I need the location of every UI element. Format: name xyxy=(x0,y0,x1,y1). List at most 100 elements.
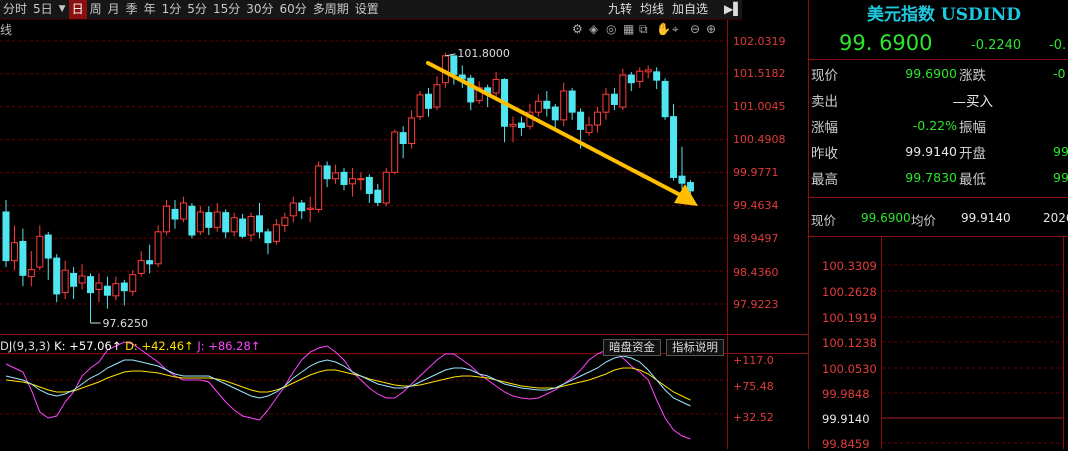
label-prev-close: 昨收 xyxy=(811,146,838,162)
candle-body xyxy=(129,274,137,292)
value-high: 99.7830 xyxy=(905,170,957,185)
indicator-axis-label: +75.48 xyxy=(733,380,774,393)
collapse-panel-icon[interactable]: ▶▌ xyxy=(724,0,742,19)
candle-body xyxy=(340,171,348,185)
kline-chart[interactable]: 101.8000 97.6250 xyxy=(0,20,808,449)
period-tab-1[interactable]: 5日 xyxy=(30,0,56,19)
candle-body xyxy=(247,215,255,236)
candle-body xyxy=(281,217,289,226)
candle-body xyxy=(467,77,475,103)
indicator-header: DJ(9,3,3) K: +57.06↑ D: +42.46↑ J: +86.2… xyxy=(0,339,260,353)
value-change-pct: -0.22% xyxy=(912,118,957,133)
menu-jiuzhuan[interactable]: 九转 xyxy=(608,0,632,19)
candle-body xyxy=(19,240,27,276)
period-tab-8[interactable]: 5分 xyxy=(184,0,210,19)
candle-body xyxy=(188,205,196,236)
period-tab-6[interactable]: 年 xyxy=(141,0,159,19)
label-change-pct: 涨幅 xyxy=(811,120,838,136)
candle-body xyxy=(433,84,441,108)
price-axis-label: 102.0319 xyxy=(733,35,786,48)
k-value: K: +57.06↑ xyxy=(54,339,122,353)
candle-body xyxy=(391,131,399,173)
candle-body xyxy=(298,202,306,212)
candle-body xyxy=(61,269,69,294)
candle-body xyxy=(323,165,331,180)
candle-body xyxy=(661,80,669,118)
trend-arrow-shaft xyxy=(426,61,688,200)
indicator-help-button[interactable]: 指标说明 xyxy=(666,339,724,356)
value-low-partial: 99 xyxy=(1053,170,1068,185)
period-tab-5[interactable]: 季 xyxy=(123,0,141,19)
candle-body xyxy=(644,69,652,73)
candle-body xyxy=(670,116,678,178)
candle-body xyxy=(653,71,661,81)
candle-body xyxy=(222,212,230,233)
period-tab-9[interactable]: 15分 xyxy=(210,0,243,19)
candle-body xyxy=(146,260,154,265)
price-axis-label: 101.0045 xyxy=(733,100,786,113)
period-tab-2[interactable]: 日 xyxy=(68,0,87,19)
period-tab-3[interactable]: 周 xyxy=(87,0,105,19)
price-axis-label: 99.4634 xyxy=(733,199,779,212)
candle-body xyxy=(239,218,247,237)
period-tab-12[interactable]: 多周期 xyxy=(310,0,352,19)
tick-label-current: 现价 xyxy=(811,213,837,228)
tick-date-partial: 2026 xyxy=(1043,211,1068,225)
candle-body xyxy=(289,202,297,217)
candle-body xyxy=(399,132,407,145)
period-tab-11[interactable]: 60分 xyxy=(277,0,310,19)
candle-body xyxy=(568,90,576,113)
candle-body xyxy=(517,122,525,129)
candle-body xyxy=(36,235,44,268)
period-tab-4[interactable]: 月 xyxy=(105,0,123,19)
period-tab-7[interactable]: 1分 xyxy=(159,0,185,19)
price-axis-label: 98.9497 xyxy=(733,232,779,245)
tick-value-current: 99.6900 xyxy=(861,211,911,225)
candle-body xyxy=(103,285,111,296)
price-axis-label: 97.9223 xyxy=(733,298,779,311)
candle-body xyxy=(256,215,263,233)
period-tab-0[interactable]: 分时 xyxy=(0,0,30,19)
candle-body xyxy=(332,172,340,180)
dropdown-arrow-icon[interactable]: ▼ xyxy=(56,0,69,19)
candle-body xyxy=(112,283,120,297)
candle-body xyxy=(425,93,432,109)
candle-body xyxy=(357,178,365,181)
price-axis-label: 98.4360 xyxy=(733,266,779,279)
price-change-pct: -0. xyxy=(1049,38,1067,53)
candle-body xyxy=(577,111,585,130)
label-high: 最高 xyxy=(811,172,838,188)
k-line xyxy=(5,355,691,407)
price-axis-label: 100.4908 xyxy=(733,133,786,146)
candle-body xyxy=(78,275,86,284)
candle-body xyxy=(44,234,52,259)
label-low: 最低 xyxy=(959,172,986,188)
candle-body xyxy=(551,106,559,121)
intraday-axis-label: 100.1919 xyxy=(822,311,877,325)
candle-body xyxy=(534,100,542,113)
period-tab-10[interactable]: 30分 xyxy=(243,0,276,19)
label-current: 现价 xyxy=(811,68,838,84)
label-open: 开盘 xyxy=(959,146,986,162)
period-tab-13[interactable]: 设置 xyxy=(352,0,382,19)
instrument-title: 美元指数 USDIND xyxy=(867,5,1021,25)
intraday-axis-label: 100.2628 xyxy=(822,285,877,299)
low-price-annotation: 97.6250 xyxy=(103,317,149,330)
candle-body xyxy=(213,211,221,228)
value-sell-buy: —买入 xyxy=(952,94,994,110)
add-watchlist-button[interactable]: 加自选 xyxy=(672,0,708,19)
intraday-axis-label: 100.0530 xyxy=(822,362,877,376)
candle-body xyxy=(450,55,458,75)
candle-body xyxy=(171,208,179,220)
dark-pool-funds-button[interactable]: 暗盘资金 xyxy=(603,339,661,356)
candle-body xyxy=(154,231,162,265)
price-axis-label: 99.9771 xyxy=(733,166,779,179)
menu-moving-average[interactable]: 均线 xyxy=(640,0,664,19)
candle-body xyxy=(70,272,78,287)
candle-body xyxy=(365,176,373,194)
candle-body xyxy=(163,205,171,233)
quote-divider xyxy=(809,59,1068,60)
candle-body xyxy=(205,212,213,228)
price-axis-label: 101.5182 xyxy=(733,67,786,80)
candle-body xyxy=(585,124,593,134)
